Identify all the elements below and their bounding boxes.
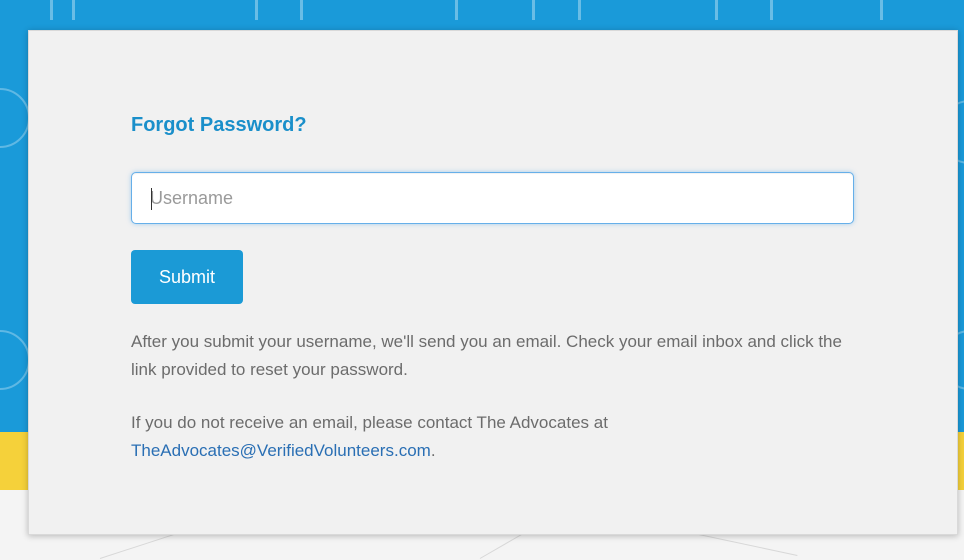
background-stripe (72, 0, 75, 20)
background-stripe (715, 0, 718, 20)
background-stripe (532, 0, 535, 20)
contact-email-link[interactable]: TheAdvocates@VerifiedVolunteers.com (131, 441, 431, 460)
submit-button[interactable]: Submit (131, 250, 243, 304)
contact-text: If you do not receive an email, please c… (131, 409, 851, 465)
username-input[interactable] (132, 173, 853, 223)
username-field-wrapper (131, 172, 854, 224)
background-stripe (880, 0, 883, 20)
instructions-text: After you submit your username, we'll se… (131, 332, 842, 379)
background-stripe (455, 0, 458, 20)
contact-text-prefix: If you do not receive an email, please c… (131, 413, 608, 432)
background-stripe (255, 0, 258, 20)
background-stripe (578, 0, 581, 20)
text-caret (151, 188, 152, 210)
background-ring (0, 88, 30, 148)
page-title: Forgot Password? (131, 114, 307, 136)
background-stripe (300, 0, 303, 20)
background-stripe (770, 0, 773, 20)
forgot-password-card: Forgot Password? Submit After you submit… (28, 30, 958, 535)
contact-text-suffix: . (430, 441, 436, 460)
background-ring (0, 330, 30, 390)
background-stripe (50, 0, 53, 20)
